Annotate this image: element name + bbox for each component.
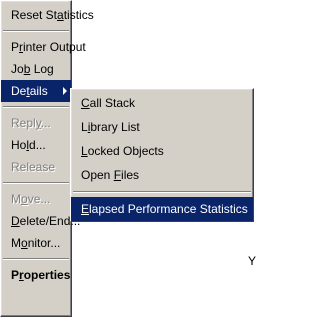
menu-item-properties[interactable]: Properties [1,264,71,286]
menu-item-hold[interactable]: Hold... [1,134,71,156]
menu-separator [73,191,251,193]
menu-item-reset-statistics[interactable]: Reset Statistics [1,4,94,26]
menu-separator [3,258,69,260]
menu-item-monitor[interactable]: Monitor... [1,232,71,254]
menu-separator [3,182,69,184]
menu-item-release: Release [11,160,56,174]
menu-item-reply: Reply... [11,116,51,130]
menu-item-job-log[interactable]: Job Log [1,58,71,80]
context-menu: Reset Statistics Printer Output Job Log … [0,0,94,317]
menu-item-move: Move... [11,192,51,206]
submenu-item-elapsed-performance-statistics[interactable]: Elapsed Performance Statistics [71,197,253,221]
details-submenu: Call Stack Library List Locked Objects O… [70,88,254,222]
menu-item-printer-output[interactable]: Printer Output [1,36,86,58]
submenu-item-library-list[interactable]: Library List [71,115,253,139]
background-text-fragment: Y [248,254,257,268]
menu-item-delete-end[interactable]: Delete/End... [1,210,80,232]
menu-item-details[interactable]: Details [1,80,71,102]
menu-separator [3,30,69,32]
submenu-arrow-icon [63,87,67,95]
menu-separator [3,106,69,108]
submenu-item-call-stack[interactable]: Call Stack [71,91,253,115]
submenu-item-open-files[interactable]: Open Files [71,163,253,187]
submenu-item-locked-objects[interactable]: Locked Objects [71,139,253,163]
